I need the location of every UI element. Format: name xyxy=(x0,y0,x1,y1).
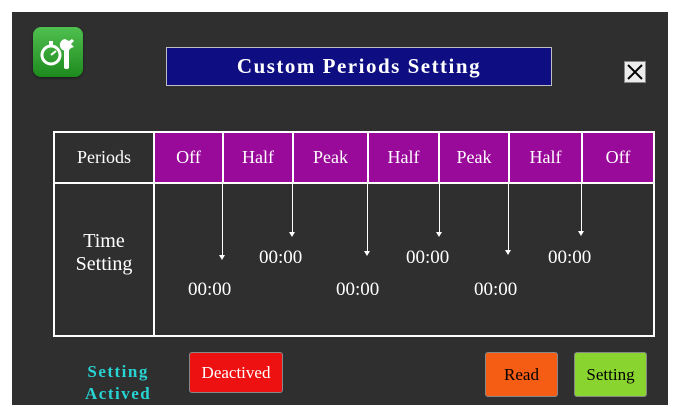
boundary-arrow-line xyxy=(367,184,368,251)
time-value[interactable]: 00:00 xyxy=(474,279,517,301)
boundary-arrow-line xyxy=(581,184,582,231)
periods-header-label: Periods xyxy=(55,133,155,182)
period-cell[interactable]: Peak xyxy=(440,133,510,182)
time-setting-label: Time Setting xyxy=(55,184,155,337)
period-cell[interactable]: Peak xyxy=(294,133,369,182)
read-button[interactable]: Read xyxy=(485,352,558,397)
status-line2: Actived xyxy=(85,384,152,403)
deactive-button[interactable]: Deactived xyxy=(189,352,283,393)
boundary-arrow-head xyxy=(289,232,295,237)
boundary-arrow-head xyxy=(219,255,225,260)
period-cell[interactable]: Off xyxy=(155,133,224,182)
boundary-arrow-head xyxy=(578,231,584,236)
boundary-arrow-head xyxy=(436,232,442,237)
boundary-arrow-line xyxy=(292,184,293,232)
close-button[interactable] xyxy=(624,61,646,83)
period-cell[interactable]: Half xyxy=(224,133,294,182)
boundary-arrow-line xyxy=(439,184,440,232)
close-icon xyxy=(627,64,643,80)
periods-table: Periods Off Half Peak Half Peak Half Off… xyxy=(53,131,655,337)
time-value[interactable]: 00:00 xyxy=(259,247,302,269)
time-setting-label-line2: Setting xyxy=(75,253,133,275)
page-title: Custom Periods Setting xyxy=(166,47,552,86)
status-text: Setting Actived xyxy=(85,361,151,405)
stopwatch-wrench-icon xyxy=(40,39,74,69)
period-cell[interactable]: Half xyxy=(369,133,440,182)
boundary-arrow-line xyxy=(222,184,223,255)
time-value[interactable]: 00:00 xyxy=(336,279,379,301)
period-cell[interactable]: Off xyxy=(583,133,653,182)
boundary-arrow-head xyxy=(364,251,370,256)
periods-header-row: Periods Off Half Peak Half Peak Half Off xyxy=(55,133,653,184)
period-cell[interactable]: Half xyxy=(510,133,583,182)
boundary-arrow-line xyxy=(508,184,509,250)
app-icon[interactable] xyxy=(33,27,83,77)
setting-button[interactable]: Setting xyxy=(574,352,647,397)
dialog-panel: Custom Periods Setting Periods Off Half … xyxy=(12,12,668,405)
time-value[interactable]: 00:00 xyxy=(188,279,231,301)
time-value[interactable]: 00:00 xyxy=(406,247,449,269)
time-setting-label-line1: Time xyxy=(83,230,125,252)
boundary-arrow-head xyxy=(505,250,511,255)
status-line1: Setting xyxy=(87,362,149,381)
time-value[interactable]: 00:00 xyxy=(548,247,591,269)
